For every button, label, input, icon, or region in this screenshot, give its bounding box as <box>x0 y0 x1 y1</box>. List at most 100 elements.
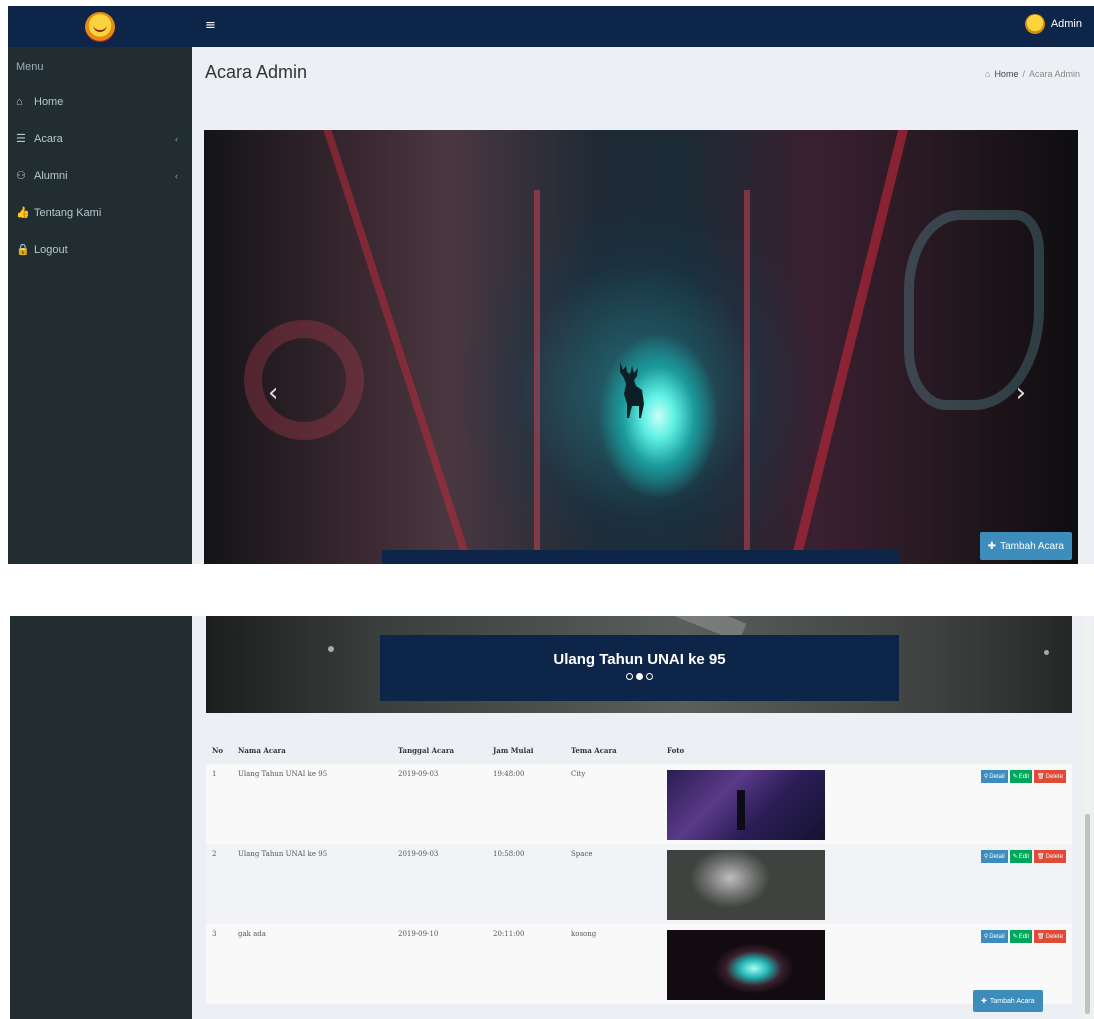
breadcrumb-current: Acara Admin <box>1028 69 1080 79</box>
cell-foto <box>661 844 831 924</box>
event-carousel: Ulang Tahun UNAI ke 95 <box>206 616 1072 713</box>
admin-label: Admin <box>1050 18 1082 30</box>
add-event-label: Tambah Acara <box>1000 540 1064 552</box>
event-photo <box>667 770 825 840</box>
sidebar-item-tentang-kami[interactable]: 👍 Tentang Kami <box>8 194 192 231</box>
edit-button[interactable]: ✎ Edit <box>1009 850 1033 863</box>
carousel-indicator[interactable] <box>646 673 653 680</box>
cell-jam: 20:11:00 <box>487 924 565 1004</box>
cell-tema: City <box>565 764 661 844</box>
detail-button[interactable]: ⚲ Detail <box>980 770 1008 783</box>
column-header: Nama Acara <box>232 736 392 764</box>
delete-button[interactable]: 🗑 Delete <box>1034 850 1066 863</box>
sidebar-item-alumni[interactable]: ⚇ Alumni ‹ <box>8 157 192 194</box>
delete-label: Delete <box>1045 773 1063 780</box>
users-icon: ⚇ <box>16 170 26 182</box>
search-icon: ⚲ <box>983 774 989 780</box>
list-icon: ☰ <box>16 133 26 145</box>
carousel-indicator-active[interactable] <box>636 673 643 680</box>
column-header: Jam Mulai <box>487 736 565 764</box>
add-event-button[interactable]: ✚ Tambah Acara <box>979 532 1072 560</box>
home-icon: ⌂ <box>16 95 23 108</box>
deer-silhouette <box>620 362 644 418</box>
unai-logo <box>85 11 115 42</box>
column-header: Tema Acara <box>565 736 661 764</box>
cell-no: 1 <box>206 764 232 844</box>
hamburger-menu-icon[interactable]: ≡ <box>205 19 217 33</box>
sidebar-item-label: Alumni <box>34 169 68 182</box>
detail-button[interactable]: ⚲ Detail <box>980 850 1008 863</box>
page-title: Acara Admin <box>205 62 308 82</box>
cell-tanggal: 2019-09-10 <box>392 924 487 1004</box>
cell-foto <box>661 764 831 844</box>
thumbs-up-icon: 👍 <box>16 207 30 219</box>
add-event-button[interactable]: ✚ Tambah Acara <box>973 990 1043 1012</box>
table-row: 1 Ulang Tahun UNAI ke 95 2019-09-03 19:4… <box>206 764 1072 844</box>
cell-nama: gak ada <box>232 924 392 1004</box>
edit-label: Edit <box>1018 933 1030 940</box>
carousel-prev-icon[interactable]: ‹ <box>268 378 278 408</box>
delete-button[interactable]: 🗑 Delete <box>1034 930 1066 943</box>
scrollbar[interactable] <box>1084 616 1091 1019</box>
avatar <box>1024 14 1045 34</box>
column-header: Tanggal Acara <box>392 736 487 764</box>
admin-page-top-view: ≡ Admin Menu ⌂ Home ☰ Acara ‹ ⚇ Alumni ‹… <box>8 6 1094 564</box>
cell-tema: kosong <box>565 924 661 1004</box>
cell-jam: 10:58:00 <box>487 844 565 924</box>
edit-label: Edit <box>1018 853 1030 860</box>
carousel-indicator[interactable] <box>626 673 633 680</box>
cell-tema: Space <box>565 844 661 924</box>
edit-button[interactable]: ✎ Edit <box>1009 770 1033 783</box>
menu-header: Menu <box>16 61 44 73</box>
breadcrumb-separator: / <box>1022 69 1025 79</box>
carousel-caption: Ulang Tahun UNAI ke 95 <box>380 635 899 701</box>
scrollbar-thumb[interactable] <box>1085 814 1090 1014</box>
edit-icon: ✎ <box>1012 854 1018 860</box>
carousel-next-icon[interactable]: › <box>1016 378 1026 408</box>
cell-tanggal: 2019-09-03 <box>392 764 487 844</box>
delete-label: Delete <box>1045 933 1063 940</box>
edit-button[interactable]: ✎ Edit <box>1009 930 1033 943</box>
cell-tanggal: 2019-09-03 <box>392 844 487 924</box>
sidebar-item-home[interactable]: ⌂ Home <box>8 83 192 120</box>
sidebar-item-label: Tentang Kami <box>34 206 102 219</box>
edit-label: Edit <box>1018 773 1030 780</box>
delete-button[interactable]: 🗑 Delete <box>1034 770 1066 783</box>
admin-page-bottom-view: Ulang Tahun UNAI ke 95 No Nama Acara Tan… <box>10 616 1094 1019</box>
breadcrumb-home[interactable]: Home <box>994 69 1018 79</box>
breadcrumb: ⌂ Home / Acara Admin <box>985 69 1080 79</box>
trash-icon: 🗑 <box>1037 774 1045 780</box>
sidebar-item-acara[interactable]: ☰ Acara ‹ <box>8 120 192 157</box>
column-header-actions <box>831 736 1072 764</box>
sidebar-item-label: Logout <box>34 243 68 256</box>
cell-nama: Ulang Tahun UNAI ke 95 <box>232 844 392 924</box>
top-navbar: ≡ Admin <box>8 6 1094 47</box>
user-menu[interactable]: Admin <box>1024 14 1082 34</box>
events-table: No Nama Acara Tanggal Acara Jam Mulai Te… <box>206 736 1072 1004</box>
detail-label: Detail <box>989 853 1005 860</box>
event-photo <box>667 850 825 920</box>
cell-nama: Ulang Tahun UNAI ke 95 <box>232 764 392 844</box>
cell-actions: ⚲ Detail ✎ Edit 🗑 Delete <box>831 844 1072 924</box>
carousel-indicators <box>380 673 899 680</box>
logo-area[interactable] <box>8 6 192 47</box>
column-header: Foto <box>661 736 831 764</box>
sidebar <box>10 616 192 1019</box>
detail-label: Detail <box>989 773 1005 780</box>
sidebar: Menu ⌂ Home ☰ Acara ‹ ⚇ Alumni ‹ 👍 Tenta… <box>8 47 192 564</box>
edit-icon: ✎ <box>1012 934 1018 940</box>
plus-icon: ✚ <box>987 540 997 552</box>
edit-icon: ✎ <box>1012 774 1018 780</box>
cell-foto <box>661 924 831 1004</box>
chevron-left-icon: ‹ <box>175 170 178 181</box>
event-photo <box>667 930 825 1000</box>
column-header: No <box>206 736 232 764</box>
dashboard-icon: ⌂ <box>985 69 991 79</box>
sidebar-item-label: Acara <box>34 132 63 145</box>
sidebar-item-logout[interactable]: 🔒 Logout <box>8 231 192 268</box>
detail-button[interactable]: ⚲ Detail <box>980 930 1008 943</box>
table-row: 2 Ulang Tahun UNAI ke 95 2019-09-03 10:5… <box>206 844 1072 924</box>
chevron-left-icon: ‹ <box>175 133 178 144</box>
cell-actions: ⚲ Detail ✎ Edit 🗑 Delete <box>831 764 1072 844</box>
plus-icon: ✚ <box>981 998 987 1005</box>
